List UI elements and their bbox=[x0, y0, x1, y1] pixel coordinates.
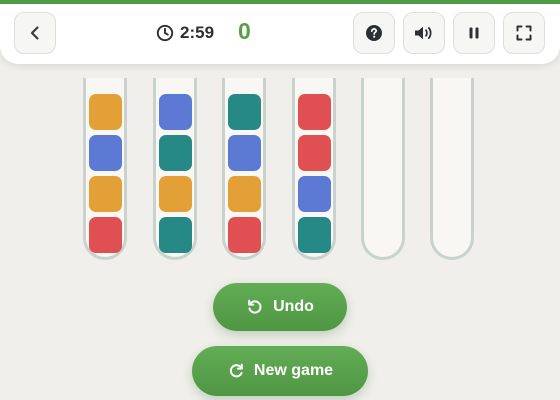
question-icon bbox=[366, 25, 382, 41]
ball-blue bbox=[298, 176, 331, 212]
ball-blue bbox=[159, 94, 192, 130]
game-screen: 2:59 0 Undo New game bbox=[0, 0, 560, 400]
tube-4[interactable] bbox=[292, 78, 336, 260]
ball-orange bbox=[89, 94, 122, 130]
ball-red bbox=[89, 217, 122, 253]
ball-orange bbox=[159, 176, 192, 212]
time-progress-bar bbox=[0, 0, 560, 4]
fullscreen-icon bbox=[516, 25, 532, 41]
clock-icon bbox=[156, 24, 174, 42]
fullscreen-button[interactable] bbox=[503, 12, 545, 54]
timer: 2:59 bbox=[156, 19, 214, 47]
time-progress-fill bbox=[0, 0, 560, 4]
ball-teal bbox=[159, 135, 192, 171]
chevron-left-icon bbox=[30, 26, 39, 40]
score-value: 0 bbox=[238, 18, 251, 44]
top-bar: 2:59 0 bbox=[0, 0, 560, 64]
ball-blue bbox=[228, 135, 261, 171]
undo-button[interactable]: Undo bbox=[213, 283, 347, 331]
undo-icon bbox=[248, 299, 262, 314]
ball-red bbox=[298, 94, 331, 130]
tube-1[interactable] bbox=[83, 78, 127, 260]
pause-icon bbox=[469, 27, 479, 39]
restart-icon bbox=[229, 363, 243, 378]
ball-teal bbox=[159, 217, 192, 253]
ball-red bbox=[298, 135, 331, 171]
tube-5[interactable] bbox=[361, 78, 405, 260]
back-button[interactable] bbox=[14, 12, 56, 54]
tube-3[interactable] bbox=[222, 78, 266, 260]
ball-orange bbox=[228, 176, 261, 212]
sound-button[interactable] bbox=[403, 12, 445, 54]
tube-6[interactable] bbox=[430, 78, 474, 260]
ball-orange bbox=[89, 176, 122, 212]
ball-teal bbox=[228, 94, 261, 130]
timer-value: 2:59 bbox=[180, 23, 215, 42]
tube-2[interactable] bbox=[153, 78, 197, 260]
ball-blue bbox=[89, 135, 122, 171]
help-button[interactable] bbox=[353, 12, 395, 54]
new-game-label: New game bbox=[253, 362, 334, 379]
pause-button[interactable] bbox=[453, 12, 495, 54]
new-game-button[interactable]: New game bbox=[192, 346, 368, 396]
speaker-icon bbox=[415, 26, 432, 40]
ball-teal bbox=[298, 217, 331, 253]
ball-red bbox=[228, 217, 261, 253]
undo-label: Undo bbox=[273, 298, 314, 315]
